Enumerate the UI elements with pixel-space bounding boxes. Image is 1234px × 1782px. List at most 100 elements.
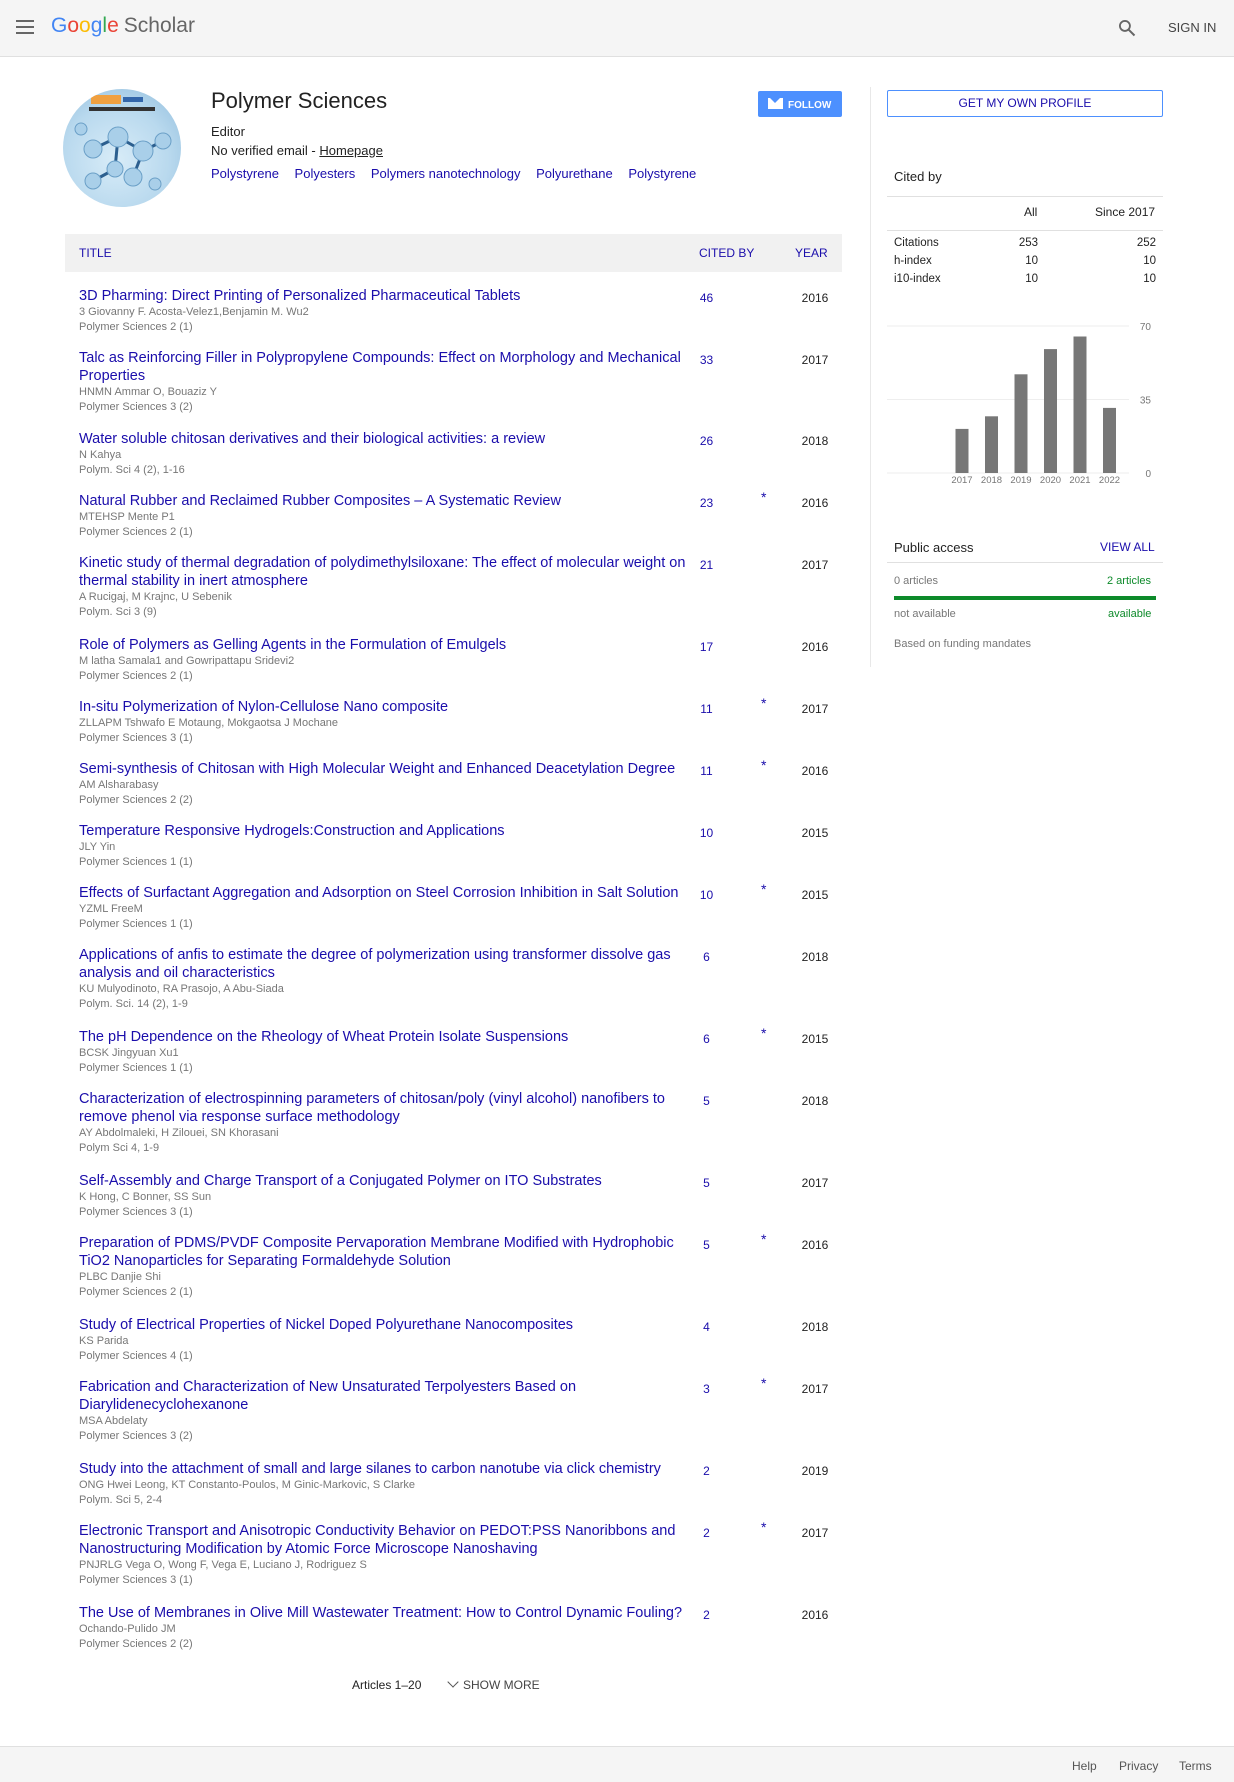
article-authors: MTEHSP Mente P1 bbox=[79, 511, 175, 523]
article-title-link[interactable]: Fabrication and Characterization of New … bbox=[79, 1378, 699, 1414]
article-title-link[interactable]: Study into the attachment of small and l… bbox=[79, 1460, 699, 1478]
cited-by-count-link[interactable]: 10 bbox=[679, 826, 734, 840]
article-title-link[interactable]: The Use of Membranes in Olive Mill Waste… bbox=[79, 1604, 699, 1622]
menu-icon[interactable] bbox=[16, 20, 34, 34]
cited-by-count-link[interactable]: 17 bbox=[679, 640, 734, 654]
chart-bar[interactable] bbox=[1103, 407, 1116, 473]
article-authors: JLY Yin bbox=[79, 841, 116, 853]
google-scholar-logo[interactable]: Google Scholar bbox=[51, 14, 195, 38]
article-title-link[interactable]: In-situ Polymerization of Nylon-Cellulos… bbox=[79, 698, 699, 716]
article-venue: Polymer Sciences 1 (1) bbox=[79, 856, 193, 868]
homepage-link[interactable]: Homepage bbox=[319, 143, 383, 158]
article-title-link[interactable]: Electronic Transport and Anisotropic Con… bbox=[79, 1522, 699, 1558]
stats-col-since: Since 2017 bbox=[1095, 205, 1156, 219]
article-title-link[interactable]: Natural Rubber and Reclaimed Rubber Comp… bbox=[79, 492, 699, 510]
cited-by-heading: Cited by bbox=[894, 169, 942, 184]
article-year: 2017 bbox=[801, 558, 829, 572]
cited-by-count-link[interactable]: 26 bbox=[679, 434, 734, 448]
sort-by-year[interactable]: YEAR bbox=[795, 246, 828, 260]
privacy-link[interactable]: Privacy bbox=[1119, 1759, 1158, 1773]
article-title-link[interactable]: Self-Assembly and Charge Transport of a … bbox=[79, 1172, 699, 1190]
cited-by-count-link[interactable]: 11 bbox=[679, 764, 734, 778]
article-year: 2017 bbox=[801, 702, 829, 716]
article-row: Temperature Responsive Hydrogels:Constru… bbox=[79, 822, 842, 870]
article-row: Water soluble chitosan derivatives and t… bbox=[79, 430, 842, 478]
article-authors: AM Alsharabasy bbox=[79, 779, 159, 791]
stat-all: 10 bbox=[1025, 273, 1038, 285]
interest-link[interactable]: Polyurethane bbox=[536, 166, 613, 181]
article-row: Preparation of PDMS/PVDF Composite Perva… bbox=[79, 1231, 842, 1300]
stats-col-all: All bbox=[1024, 205, 1038, 219]
article-title-link[interactable]: The pH Dependence on the Rheology of Whe… bbox=[79, 1028, 699, 1046]
cited-by-count-link[interactable]: 10 bbox=[679, 888, 734, 902]
cited-by-count-link[interactable]: 5 bbox=[679, 1094, 734, 1108]
stat-all: 10 bbox=[1025, 255, 1038, 267]
sign-in-button[interactable]: SIGN IN bbox=[1168, 20, 1216, 35]
cited-by-count-link[interactable]: 11 bbox=[679, 702, 734, 716]
article-title-link[interactable]: Talc as Reinforcing Filler in Polypropyl… bbox=[79, 349, 699, 385]
article-title-link[interactable]: Temperature Responsive Hydrogels:Constru… bbox=[79, 822, 699, 840]
article-title-link[interactable]: Role of Polymers as Gelling Agents in th… bbox=[79, 636, 699, 654]
article-year: 2016 bbox=[801, 640, 829, 654]
article-title-link[interactable]: Characterization of electrospinning para… bbox=[79, 1090, 699, 1126]
cited-by-count-link[interactable]: 5 bbox=[679, 1176, 734, 1190]
interest-link[interactable]: Polystyrene bbox=[211, 166, 279, 181]
cited-by-count-link[interactable]: 6 bbox=[679, 950, 734, 964]
article-title-link[interactable]: Applications of anfis to estimate the de… bbox=[79, 946, 699, 982]
cited-by-count-link[interactable]: 5 bbox=[679, 1238, 734, 1252]
article-authors: Ochando-Pulido JM bbox=[79, 1623, 176, 1635]
stat-since: 252 bbox=[1136, 237, 1156, 249]
chart-x-tick-label: 2018 bbox=[981, 475, 1002, 486]
search-icon[interactable] bbox=[1117, 18, 1137, 38]
article-title-link[interactable]: Study of Electrical Properties of Nickel… bbox=[79, 1316, 699, 1334]
stat-since: 10 bbox=[1143, 273, 1156, 285]
available-count: 2 articles bbox=[1107, 575, 1152, 587]
article-row: Effects of Surfactant Aggregation and Ad… bbox=[79, 881, 842, 932]
interest-link[interactable]: Polymers nanotechnology bbox=[371, 166, 521, 181]
article-year: 2016 bbox=[801, 1238, 829, 1252]
interest-link[interactable]: Polystyrene bbox=[628, 166, 696, 181]
chart-bar[interactable] bbox=[1014, 374, 1028, 473]
sort-by-title[interactable]: TITLE bbox=[79, 246, 112, 260]
follow-button[interactable]: FOLLOW bbox=[758, 91, 842, 117]
article-title-link[interactable]: Kinetic study of thermal degradation of … bbox=[79, 554, 699, 590]
cited-by-count-link[interactable]: 23 bbox=[679, 496, 734, 510]
article-venue: Polymer Sciences 3 (2) bbox=[79, 1430, 193, 1442]
view-all-link[interactable]: VIEW ALL bbox=[1100, 540, 1155, 554]
article-venue: Polymer Sciences 2 (2) bbox=[79, 794, 193, 806]
article-title-link[interactable]: Semi-synthesis of Chitosan with High Mol… bbox=[79, 760, 699, 778]
article-year: 2016 bbox=[801, 291, 829, 305]
cited-by-count-link[interactable]: 2 bbox=[679, 1464, 734, 1478]
article-title-link[interactable]: Effects of Surfactant Aggregation and Ad… bbox=[79, 884, 699, 902]
chart-bar[interactable] bbox=[955, 428, 969, 473]
chart-y-tick-label: 0 bbox=[1145, 469, 1151, 480]
article-title-link[interactable]: Water soluble chitosan derivatives and t… bbox=[79, 430, 699, 448]
cited-by-count-link[interactable]: 2 bbox=[679, 1526, 734, 1540]
cited-by-count-link[interactable]: 46 bbox=[679, 291, 734, 305]
article-venue: Polymer Sciences 3 (2) bbox=[79, 401, 193, 413]
article-title-link[interactable]: Preparation of PDMS/PVDF Composite Perva… bbox=[79, 1234, 699, 1270]
cited-by-count-link[interactable]: 4 bbox=[679, 1320, 734, 1334]
cited-by-count-link[interactable]: 3 bbox=[679, 1382, 734, 1396]
get-my-own-profile-button[interactable]: GET MY OWN PROFILE bbox=[887, 90, 1163, 117]
help-link[interactable]: Help bbox=[1072, 1759, 1097, 1773]
chart-bar[interactable] bbox=[1073, 336, 1087, 474]
interest-link[interactable]: Polyesters bbox=[295, 166, 356, 181]
chart-bar[interactable] bbox=[985, 416, 998, 473]
sort-by-cited[interactable]: CITED BY bbox=[699, 246, 754, 260]
terms-link[interactable]: Terms bbox=[1179, 1759, 1212, 1773]
chart-bar[interactable] bbox=[1044, 349, 1057, 473]
article-authors: MSA Abdelaty bbox=[79, 1415, 148, 1427]
stat-row-i10-index: i10-index 10 10 bbox=[894, 273, 1156, 285]
cited-by-count-link[interactable]: 6 bbox=[679, 1032, 734, 1046]
article-row: Electronic Transport and Anisotropic Con… bbox=[79, 1519, 842, 1588]
show-more-button[interactable]: SHOW MORE bbox=[447, 1676, 540, 1692]
chart-x-tick-label: 2021 bbox=[1069, 475, 1090, 486]
cited-by-count-link[interactable]: 33 bbox=[679, 353, 734, 367]
stat-label: Citations bbox=[894, 237, 939, 249]
articles-table-header: TITLE CITED BY YEAR bbox=[65, 234, 842, 272]
cited-by-count-link[interactable]: 2 bbox=[679, 1608, 734, 1622]
cited-by-count-link[interactable]: 21 bbox=[679, 558, 734, 572]
article-venue: Polym Sci 4, 1-9 bbox=[79, 1142, 160, 1154]
article-title-link[interactable]: 3D Pharming: Direct Printing of Personal… bbox=[79, 287, 699, 305]
